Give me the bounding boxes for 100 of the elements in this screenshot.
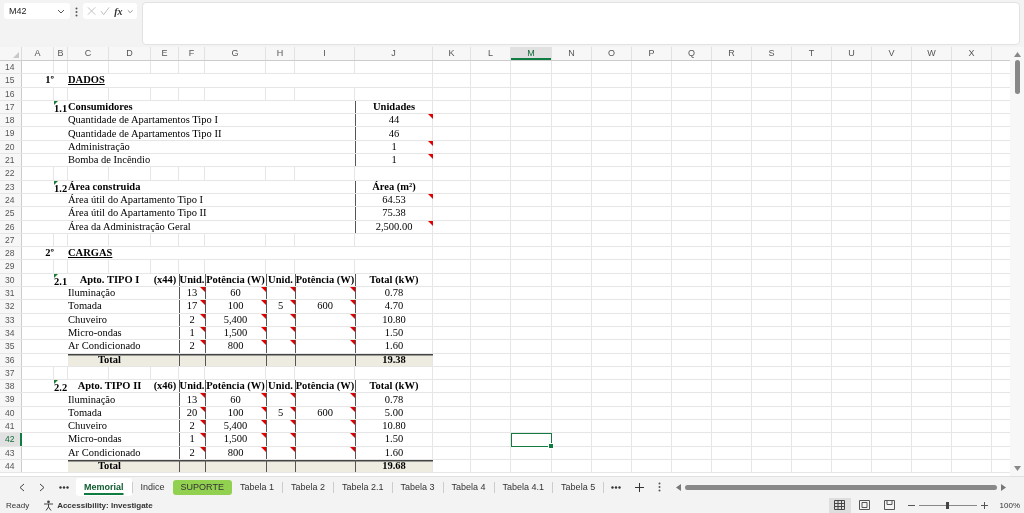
column-header[interactable]: K bbox=[433, 47, 471, 60]
sheet-tab[interactable]: Indice bbox=[132, 478, 173, 496]
sheet-tab[interactable]: Tabela 4 bbox=[443, 478, 494, 496]
comment-indicator[interactable] bbox=[428, 154, 433, 160]
vertical-scrollbar[interactable] bbox=[1010, 47, 1024, 476]
column-header[interactable]: J bbox=[355, 47, 433, 60]
comment-indicator[interactable] bbox=[350, 433, 355, 439]
comment-indicator[interactable] bbox=[350, 300, 355, 306]
comment-indicator[interactable] bbox=[200, 326, 205, 332]
column-header[interactable]: P bbox=[632, 47, 672, 60]
comment-indicator[interactable] bbox=[261, 340, 266, 346]
comment-indicator[interactable] bbox=[261, 446, 266, 452]
row-header[interactable]: 29 bbox=[0, 260, 22, 273]
error-indicator[interactable] bbox=[54, 380, 58, 385]
comment-indicator[interactable] bbox=[261, 287, 266, 293]
sheet-tab[interactable]: Memorial bbox=[76, 478, 132, 496]
comment-indicator[interactable] bbox=[290, 326, 295, 332]
column-header[interactable]: U bbox=[832, 47, 872, 60]
column-header[interactable]: X bbox=[952, 47, 992, 60]
more-sheets-icon[interactable] bbox=[59, 485, 69, 489]
row-header[interactable]: 38 bbox=[0, 380, 22, 393]
comment-indicator[interactable] bbox=[290, 393, 295, 399]
comment-indicator[interactable] bbox=[350, 420, 355, 425]
comment-indicator[interactable] bbox=[200, 313, 205, 319]
zoom-level[interactable]: 100% bbox=[999, 500, 1020, 510]
comment-indicator[interactable] bbox=[290, 420, 295, 425]
column-header[interactable]: B bbox=[54, 47, 68, 60]
row-header[interactable]: 28 bbox=[0, 247, 22, 260]
accessibility-icon[interactable] bbox=[43, 499, 55, 511]
column-header[interactable]: G bbox=[205, 47, 266, 60]
sheet-tab[interactable]: Tabela 1 bbox=[231, 478, 282, 496]
column-header[interactable]: R bbox=[712, 47, 752, 60]
row-header[interactable]: 32 bbox=[0, 300, 22, 313]
row-header[interactable]: 22 bbox=[0, 167, 22, 180]
comment-indicator[interactable] bbox=[350, 326, 355, 332]
comment-indicator[interactable] bbox=[290, 300, 295, 306]
formula-input[interactable] bbox=[142, 2, 1020, 45]
comment-indicator[interactable] bbox=[200, 433, 205, 439]
column-header[interactable]: M bbox=[511, 47, 552, 60]
column-header[interactable]: E bbox=[151, 47, 179, 60]
comment-indicator[interactable] bbox=[290, 340, 295, 346]
comment-indicator[interactable] bbox=[290, 433, 295, 439]
comment-indicator[interactable] bbox=[200, 300, 205, 306]
more-options-icon[interactable] bbox=[75, 7, 78, 17]
scrollbar-thumb[interactable] bbox=[1014, 60, 1020, 94]
insert-function-button[interactable]: fx bbox=[114, 5, 123, 17]
next-sheet-icon[interactable] bbox=[39, 482, 45, 492]
sheet-tab[interactable]: Tabela 4.1 bbox=[494, 478, 553, 496]
scroll-down-icon[interactable] bbox=[1013, 466, 1021, 471]
row-header[interactable]: 31 bbox=[0, 287, 22, 300]
column-header[interactable]: D bbox=[109, 47, 151, 60]
column-header[interactable]: H bbox=[266, 47, 295, 60]
sheet-tab[interactable]: SUPORTE bbox=[172, 479, 232, 495]
more-sheets-icon[interactable] bbox=[611, 485, 622, 489]
comment-indicator[interactable] bbox=[261, 433, 266, 439]
comment-indicator[interactable] bbox=[261, 300, 266, 306]
column-header[interactable]: W bbox=[912, 47, 952, 60]
comment-indicator[interactable] bbox=[200, 406, 205, 412]
scroll-left-icon[interactable] bbox=[676, 483, 682, 491]
comment-indicator[interactable] bbox=[200, 287, 205, 293]
error-indicator[interactable] bbox=[54, 180, 58, 185]
horizontal-scrollbar-thumb[interactable] bbox=[685, 484, 997, 490]
name-box[interactable]: M42 bbox=[4, 3, 70, 19]
row-header[interactable]: 14 bbox=[0, 61, 22, 74]
sheet-tab[interactable]: Tabela 5 bbox=[553, 478, 604, 496]
row-header[interactable]: 21 bbox=[0, 154, 22, 167]
comment-indicator[interactable] bbox=[428, 114, 433, 120]
add-sheet-icon[interactable] bbox=[635, 482, 645, 492]
check-icon[interactable] bbox=[100, 6, 111, 16]
comment-indicator[interactable] bbox=[200, 446, 205, 452]
comment-indicator[interactable] bbox=[261, 393, 266, 399]
cell-selection[interactable] bbox=[511, 433, 552, 447]
column-header[interactable]: V bbox=[872, 47, 912, 60]
row-header[interactable]: 15 bbox=[0, 74, 22, 87]
comment-indicator[interactable] bbox=[200, 420, 205, 425]
comment-indicator[interactable] bbox=[350, 393, 355, 399]
comment-indicator[interactable] bbox=[350, 406, 355, 412]
view-button[interactable] bbox=[828, 497, 851, 513]
column-header[interactable]: C bbox=[68, 47, 109, 60]
error-indicator[interactable] bbox=[54, 273, 58, 278]
column-header[interactable]: O bbox=[592, 47, 632, 60]
comment-indicator[interactable] bbox=[428, 140, 433, 146]
zoom-in-icon[interactable] bbox=[980, 501, 988, 509]
error-indicator[interactable] bbox=[54, 100, 58, 105]
comment-indicator[interactable] bbox=[350, 340, 355, 346]
row-header[interactable]: 19 bbox=[0, 127, 22, 140]
comment-indicator[interactable] bbox=[200, 340, 205, 346]
row-header[interactable]: 39 bbox=[0, 393, 22, 406]
slider-thumb[interactable] bbox=[945, 501, 949, 509]
comment-indicator[interactable] bbox=[350, 313, 355, 319]
column-header[interactable]: N bbox=[552, 47, 592, 60]
row-header[interactable]: 42 bbox=[0, 433, 22, 446]
previous-sheet-icon[interactable] bbox=[19, 482, 25, 492]
column-header[interactable]: T bbox=[792, 47, 832, 60]
column-header[interactable]: I bbox=[295, 47, 355, 60]
sheet-tab[interactable]: Tabela 3 bbox=[392, 478, 443, 496]
comment-indicator[interactable] bbox=[428, 193, 433, 199]
comment-indicator[interactable] bbox=[261, 313, 266, 319]
scroll-right-icon[interactable] bbox=[1001, 483, 1006, 491]
comment-indicator[interactable] bbox=[261, 326, 266, 332]
